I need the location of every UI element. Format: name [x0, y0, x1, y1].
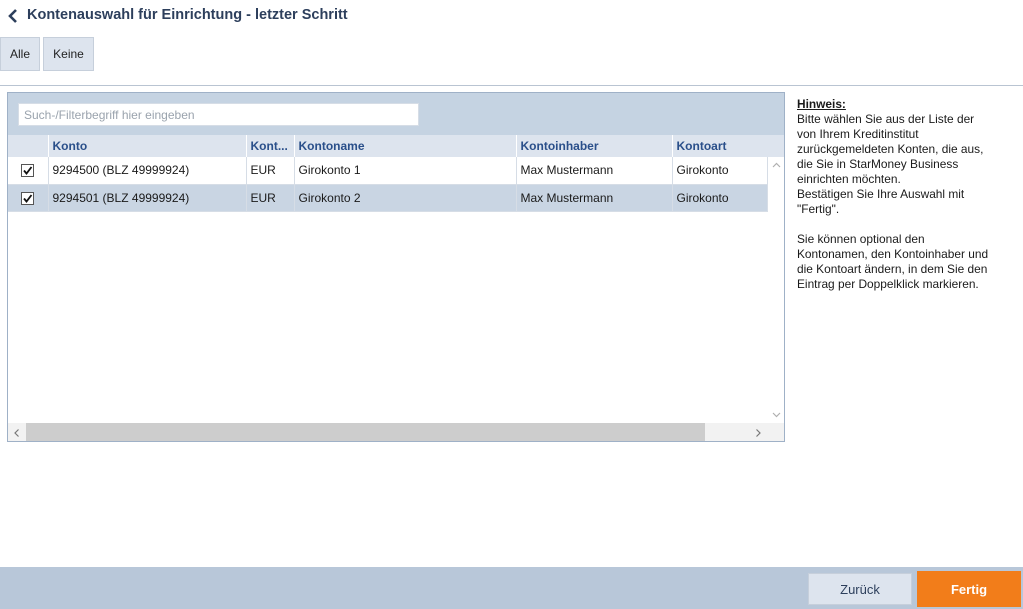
cell-kontoinhaber[interactable]: Max Mustermann [516, 157, 673, 185]
select-cell[interactable] [8, 184, 49, 212]
column-header-kontoinhaber[interactable]: Kontoinhaber [516, 135, 673, 157]
chevron-down-icon[interactable] [771, 409, 782, 420]
hint-text: Bestätigen Sie Ihre Auswahl mit [797, 187, 965, 201]
checkmark-icon [23, 166, 33, 176]
cell-waehrung[interactable]: EUR [246, 184, 295, 212]
column-header-kontoart[interactable]: Kontoart [672, 135, 768, 157]
hint-text: Eintrag per Doppelklick markieren. [797, 277, 979, 291]
cell-konto[interactable]: 9294500 (BLZ 49999924) [48, 157, 247, 185]
hint-text: "Fertig". [797, 202, 840, 216]
footer-bar: Zurück Fertig [0, 567, 1023, 609]
checkmark-icon [23, 194, 33, 203]
header-corner [767, 135, 784, 157]
select-all-button[interactable]: Alle [0, 37, 40, 71]
hint-text: Sie können optional den [797, 232, 925, 246]
cell-kontoart[interactable]: Girokonto [672, 157, 768, 185]
hint-text: die Kontoart ändern, in dem Sie den [797, 262, 988, 276]
cell-kontoname[interactable]: Girokonto 1 [294, 157, 517, 185]
select-cell[interactable] [8, 157, 49, 185]
hint-text: Kontonamen, den Kontoinhaber und [797, 247, 989, 261]
vertical-scrollbar[interactable] [769, 157, 784, 423]
hint-text: von Ihrem Kreditinstitut [797, 127, 919, 141]
table-row[interactable]: 9294501 (BLZ 49999924) EUR Girokonto 2 M… [8, 184, 768, 212]
table-header-row: Konto Kont... Kontoname Kontoinhaber Kon… [8, 135, 768, 157]
header: Kontenauswahl für Einrichtung - letzter … [0, 0, 1023, 32]
column-header-konto[interactable]: Konto [48, 135, 247, 157]
chevron-left-icon[interactable] [12, 427, 22, 437]
hint-panel: Hinweis: Bitte wählen Sie aus der Liste … [797, 97, 1009, 292]
accounts-table: Konto Kont... Kontoname Kontoinhaber Kon… [8, 135, 768, 212]
hint-title: Hinweis: [797, 97, 846, 111]
row-checkbox[interactable] [21, 164, 35, 178]
hint-text: Bitte wählen Sie aus der Liste der [797, 112, 975, 126]
column-header-select [8, 135, 49, 157]
hint-text: einrichten möchten. [797, 172, 901, 186]
column-header-waehrung[interactable]: Kont... [246, 135, 295, 157]
cell-waehrung[interactable]: EUR [246, 157, 295, 185]
row-checkbox[interactable] [21, 191, 35, 205]
chevron-up-icon[interactable] [771, 160, 782, 171]
scrollbar-thumb[interactable] [26, 423, 705, 441]
hint-text: die Sie in StarMoney Business [797, 157, 959, 171]
filter-bar [8, 93, 784, 135]
divider [0, 85, 1023, 86]
column-header-kontoname[interactable]: Kontoname [294, 135, 517, 157]
search-input[interactable] [18, 103, 419, 126]
cell-konto[interactable]: 9294501 (BLZ 49999924) [48, 184, 247, 212]
chevron-right-icon[interactable] [753, 427, 763, 437]
cell-kontoart[interactable]: Girokonto [672, 184, 768, 212]
hint-text: zurückgemeldeten Konten, die aus, [797, 142, 984, 156]
finish-button[interactable]: Fertig [917, 571, 1021, 607]
account-list-panel: Konto Kont... Kontoname Kontoinhaber Kon… [7, 92, 785, 442]
back-button[interactable]: Zurück [808, 573, 912, 605]
horizontal-scrollbar[interactable] [8, 423, 784, 441]
page-title: Kontenauswahl für Einrichtung - letzter … [27, 7, 348, 23]
chevron-left-icon[interactable] [6, 8, 22, 24]
cell-kontoinhaber[interactable]: Max Mustermann [516, 184, 673, 212]
cell-kontoname[interactable]: Girokonto 2 [294, 184, 517, 212]
select-none-button[interactable]: Keine [43, 37, 94, 71]
table-row[interactable]: 9294500 (BLZ 49999924) EUR Girokonto 1 M… [8, 157, 768, 185]
